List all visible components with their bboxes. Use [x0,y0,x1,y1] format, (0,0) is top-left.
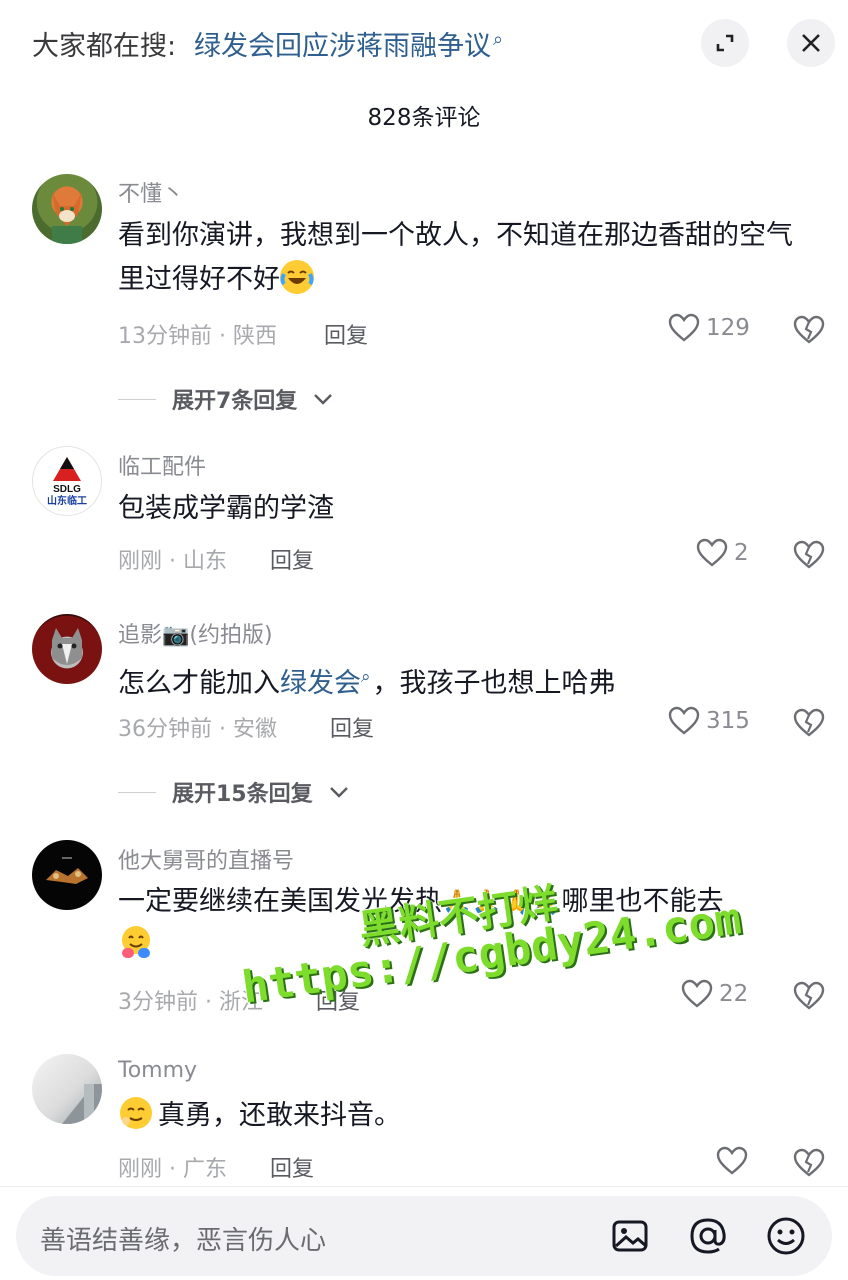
comment-text: 包装成学霸的学渣 [118,493,334,524]
comment-text: 真勇，还敢来抖音。 [118,1094,818,1138]
divider-line [118,398,156,400]
expand-replies-label: 展开15条回复 [172,782,313,807]
top-bar: 大家都在搜: 绿发会回应涉蒋雨融争议 ⌕ [0,0,848,90]
divider-line [118,791,156,793]
comment-input-placeholder[interactable]: 善语结善缘，恶言伤人心 [40,1220,326,1257]
hugging-emoji-icon [122,926,150,958]
like-count: 22 [719,981,749,1007]
search-prefix: 大家都在搜: [32,31,177,62]
like-button[interactable]: 129 [668,313,750,343]
avatar[interactable] [32,174,102,244]
broken-heart-icon[interactable] [793,539,825,571]
like-button[interactable]: 2 [696,538,749,568]
at-icon[interactable] [686,1214,730,1258]
divider [0,1186,848,1187]
topic-link[interactable]: 绿发会 [280,668,361,699]
like-button[interactable]: 315 [668,706,750,736]
comment-meta: 刚刚 · 广东 [118,1157,227,1182]
comment-text-part: 怎么才能加入 [118,668,280,699]
avatar[interactable] [32,614,102,684]
comment-text: 看到你演讲，我想到一个故人，不知道在那边香甜的空气里过得好不好 [118,214,818,302]
reply-button[interactable]: 回复 [270,1151,314,1183]
comment-username[interactable]: 临工配件 [118,449,206,481]
heart-icon [668,313,700,342]
like-button[interactable]: 22 [681,979,748,1009]
avatar[interactable] [32,840,102,910]
shy-smile-emoji-icon [120,1097,152,1129]
comment-username[interactable]: Tommy [118,1058,197,1083]
sdlg-logo: SDLG 山东临工 [47,457,87,507]
comment-username[interactable]: 追影📷(约拍版) [118,617,273,649]
close-icon [802,34,820,52]
building-avatar-art [62,1084,102,1124]
comment-input-bar[interactable]: 善语结善缘，恶言伤人心 [16,1196,832,1276]
fox-avatar-art [52,192,82,244]
comment-username[interactable]: 他大舅哥的直播号 [118,843,294,875]
trending-search-link[interactable]: 绿发会回应涉蒋雨融争议 ⌕ [194,24,503,63]
expand-replies-button[interactable]: 展开15条回复 [118,776,349,808]
expand-replies-label: 展开7条回复 [172,389,298,414]
reply-button[interactable]: 回复 [324,318,368,350]
comment-meta: 13分钟前 · 陕西 [118,324,277,349]
close-button[interactable] [787,19,835,67]
cat-avatar-art [52,628,82,665]
laughing-crying-emoji-icon [280,260,314,294]
heart-icon [668,706,700,735]
chevron-down-icon [329,787,348,798]
dark-avatar-art [46,857,88,884]
comment-meta: 刚刚 · 山东 [118,549,227,574]
logo-text-top: SDLG [53,484,81,495]
chevron-down-icon [314,394,333,405]
comment-meta: 36分钟前 · 安徽 [118,717,277,742]
reply-button[interactable]: 回复 [270,543,314,575]
broken-heart-icon[interactable] [793,707,825,739]
comment-text-content: 看到你演讲，我想到一个故人，不知道在那边香甜的空气里过得好不好 [118,220,793,295]
search-icon: ⌕ [493,29,504,50]
broken-heart-icon[interactable] [793,980,825,1012]
image-icon[interactable] [608,1214,652,1258]
smiley-icon[interactable] [764,1214,808,1258]
heart-icon [696,538,728,567]
avatar[interactable]: SDLG 山东临工 [32,446,102,516]
comment-count-title: 828条评论 [367,105,481,131]
comment-text: 怎么才能加入绿发会⌕，我孩子也想上哈弗 [118,655,818,706]
expand-button[interactable] [701,19,749,67]
comment-username[interactable]: 不懂丶 [118,176,184,208]
comment-meta: 3分钟前 · 浙江 [118,990,263,1015]
heart-icon [681,979,713,1008]
like-count: 315 [706,708,750,734]
expand-icon [716,34,734,52]
logo-text-bottom: 山东临工 [47,494,87,507]
avatar[interactable] [32,1054,102,1124]
trending-search-term: 绿发会回应涉蒋雨融争议 [194,31,491,62]
comment-text-content: 真勇，还敢来抖音。 [158,1100,401,1131]
expand-replies-button[interactable]: 展开7条回复 [118,383,333,415]
broken-heart-icon[interactable] [793,314,825,346]
like-button[interactable] [716,1146,754,1176]
broken-heart-icon[interactable] [793,1147,825,1179]
heart-icon [716,1146,748,1175]
like-count: 2 [734,540,749,566]
search-icon: ⌕ [361,667,371,687]
comment-text-part: ，我孩子也想上哈弗 [372,668,616,699]
reply-button[interactable]: 回复 [330,711,374,743]
like-count: 129 [706,315,750,341]
